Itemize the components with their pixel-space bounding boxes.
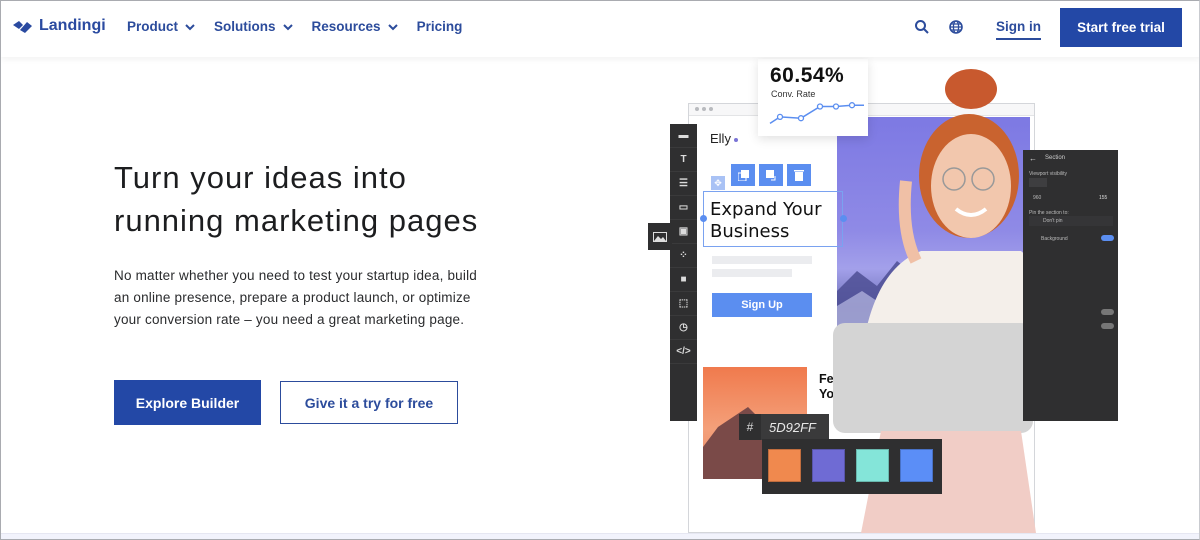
placeholder-line: [712, 269, 792, 277]
brand-name: Landingi: [39, 17, 106, 34]
site-header: Landingi Product Solutions Resources Pri…: [1, 1, 1199, 57]
headline-line: Expand Your: [710, 199, 822, 220]
hero-title-line: running marketing pages: [114, 203, 479, 238]
duplicate-button[interactable]: [731, 164, 755, 186]
resize-handle-left[interactable]: [700, 215, 707, 222]
explore-builder-button[interactable]: Explore Builder: [114, 380, 261, 425]
height-field[interactable]: 155: [1099, 195, 1107, 201]
move-handle-icon[interactable]: ✥: [711, 176, 725, 190]
trash-icon: [794, 169, 804, 181]
nav-label: Product: [127, 19, 179, 34]
timer-icon[interactable]: ◷: [670, 316, 697, 340]
search-icon[interactable]: [914, 19, 930, 35]
color-swatch[interactable]: [812, 449, 845, 482]
color-swatch[interactable]: [856, 449, 889, 482]
layer-button[interactable]: [759, 164, 783, 186]
shapes-icon[interactable]: ⁘: [670, 244, 697, 268]
back-arrow-icon[interactable]: ←: [1029, 154, 1037, 163]
panel-title: Section: [1045, 155, 1066, 161]
hero-description: No matter whether you need to test your …: [114, 265, 514, 331]
nav-solutions[interactable]: Solutions: [214, 19, 294, 34]
hero-description-line: your conversion rate – you need a great …: [114, 312, 465, 327]
video-icon[interactable]: ■: [670, 268, 697, 292]
nav-resources[interactable]: Resources: [312, 19, 399, 34]
page: Landingi Product Solutions Resources Pri…: [0, 0, 1200, 540]
background-label: Background: [1041, 236, 1068, 242]
page-brand: Elly: [710, 131, 738, 146]
trend-point: [797, 115, 805, 122]
text-icon[interactable]: T: [670, 148, 697, 172]
color-swatch[interactable]: [768, 449, 801, 482]
delete-button[interactable]: [787, 164, 811, 186]
builder-toolbar: ▬ T ☰ ▭ ▣ ⁘ ■ ⬚ ◷ </>: [670, 124, 697, 421]
chevron-down-icon: [387, 23, 398, 30]
try-for-free-button[interactable]: Give it a try for free: [280, 381, 458, 424]
image-tool-popout[interactable]: [648, 223, 672, 250]
image-icon: [653, 231, 667, 242]
section-divider: [1, 533, 1199, 539]
start-free-trial-button[interactable]: Start free trial: [1060, 8, 1182, 47]
section-settings-panel: ← Section Viewport visibility 960 155 Pi…: [1023, 150, 1118, 421]
hero-title: Turn your ideas into running marketing p…: [114, 156, 478, 242]
hex-value[interactable]: 5D92FF: [761, 414, 829, 440]
width-field[interactable]: 960: [1033, 195, 1041, 201]
hash-label: #: [746, 420, 754, 434]
viewport-label: Viewport visibility: [1029, 171, 1067, 177]
headline-line: Business: [710, 221, 790, 242]
placeholder-line: [712, 256, 812, 264]
globe-icon[interactable]: [948, 19, 964, 35]
box-icon[interactable]: ⬚: [670, 292, 697, 316]
background-toggle[interactable]: [1101, 235, 1114, 241]
nav-pricing[interactable]: Pricing: [417, 19, 463, 34]
hero-description-line: an online presence, prepare a product la…: [114, 290, 471, 305]
button-icon[interactable]: ▭: [670, 196, 697, 220]
page-brand-text: Elly: [710, 131, 731, 146]
window-dots-icon: [695, 107, 713, 111]
logo-icon: [13, 21, 32, 33]
canvas-signup-button: Sign Up: [712, 293, 812, 317]
device-toggle[interactable]: [1029, 178, 1047, 187]
chevron-down-icon: [185, 23, 195, 30]
color-palette: [762, 439, 942, 494]
color-swatch[interactable]: [900, 449, 933, 482]
trend-point: [776, 113, 784, 121]
option-toggle[interactable]: [1101, 309, 1114, 315]
brand-dot: [733, 137, 738, 142]
nav-label: Pricing: [416, 19, 463, 34]
canvas-headline: Expand Your Business: [710, 199, 821, 243]
chevron-down-icon: [282, 23, 293, 30]
layers-icon: [765, 169, 775, 180]
section-icon[interactable]: ▬: [670, 124, 697, 148]
code-icon[interactable]: </>: [670, 340, 697, 364]
pin-select[interactable]: Don't pin: [1029, 216, 1113, 226]
option-toggle[interactable]: [1101, 323, 1114, 329]
nav-product[interactable]: Product: [127, 19, 196, 34]
duplicate-icon: [737, 169, 749, 181]
color-hex-input[interactable]: # 5D92FF: [739, 414, 829, 440]
main-nav: Product Solutions Resources Pricing: [127, 19, 462, 34]
image-icon[interactable]: ▣: [670, 220, 697, 244]
logo[interactable]: Landingi: [13, 17, 106, 35]
nav-label: Resources: [311, 19, 381, 34]
hero-description-line: No matter whether you need to test your …: [114, 268, 477, 283]
nav-label: Solutions: [214, 19, 276, 34]
sign-in-link[interactable]: Sign in: [996, 19, 1041, 40]
hero-title-line: Turn your ideas into: [114, 160, 407, 195]
divider-icon[interactable]: ☰: [670, 172, 697, 196]
